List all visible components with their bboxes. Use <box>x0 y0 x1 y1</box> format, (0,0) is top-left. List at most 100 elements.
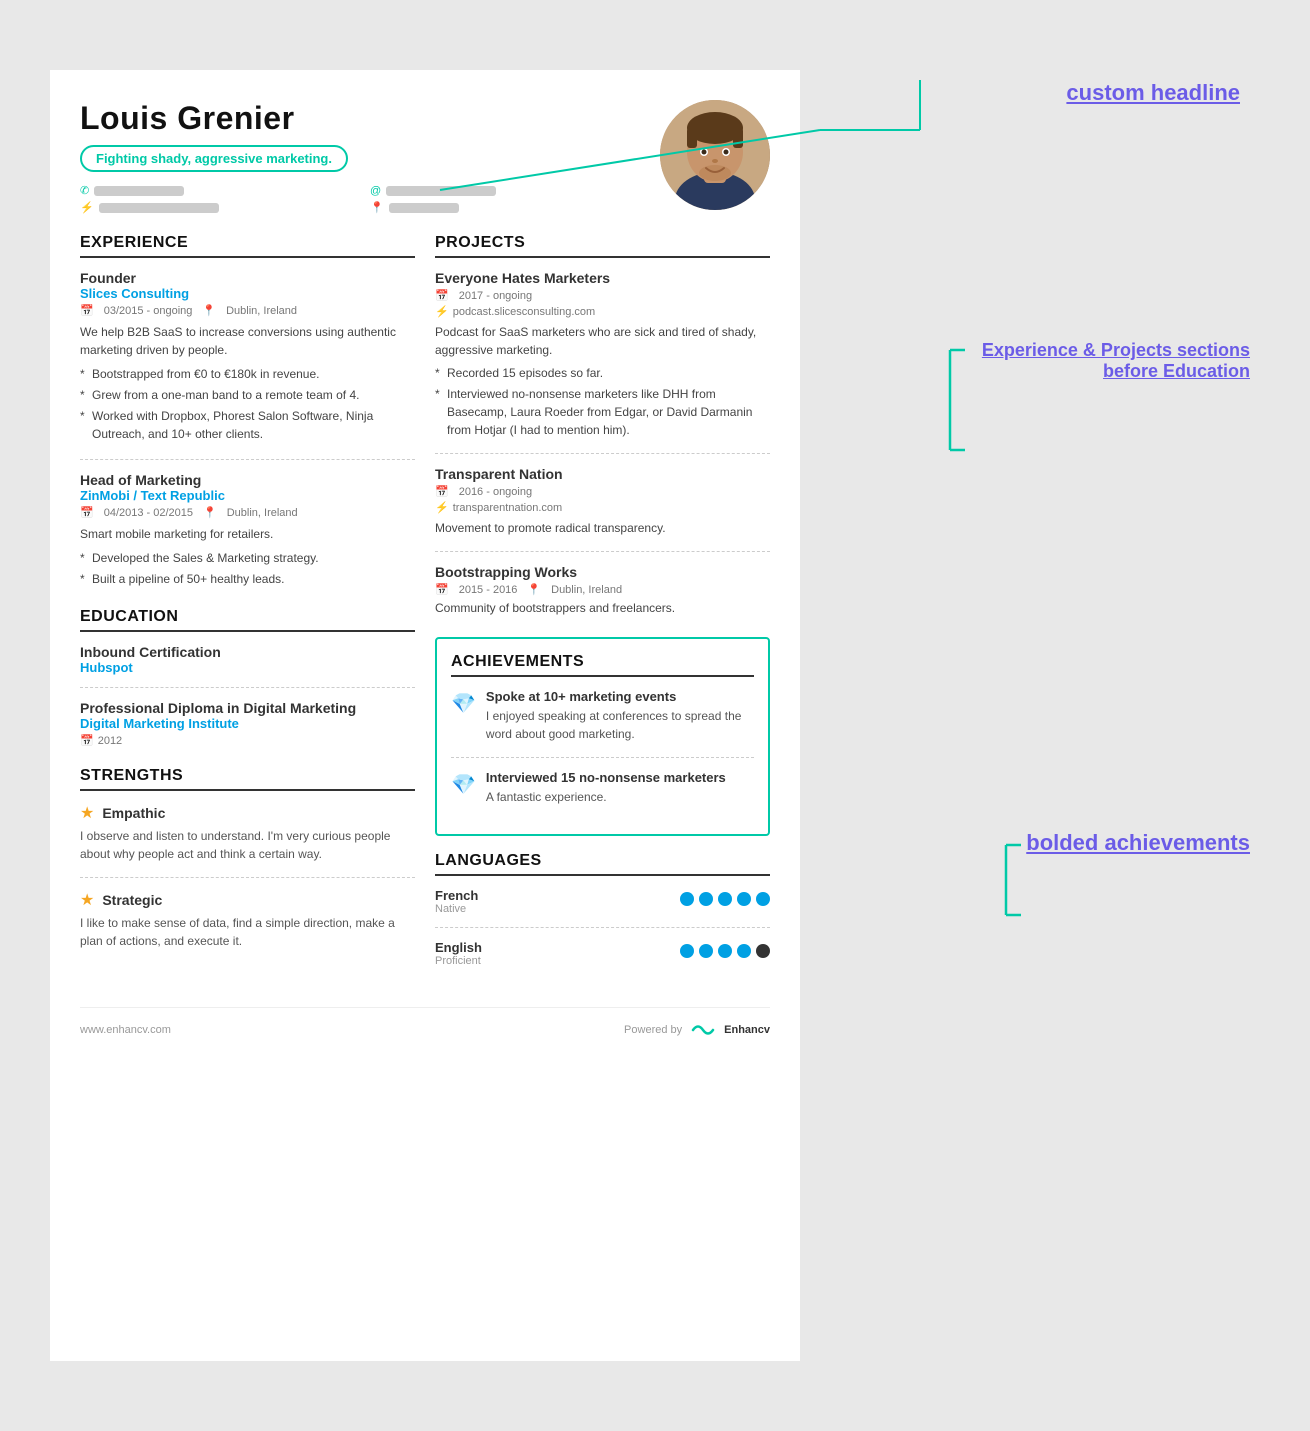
brand-name: Enhancv <box>724 1024 770 1036</box>
project-loc-bw: Dublin, Ireland <box>551 584 622 596</box>
email-icon: @ <box>370 185 381 197</box>
lang-dots-french <box>680 888 770 906</box>
contact-phone: ✆ <box>80 184 350 197</box>
resume-and-annotations: Louis Grenier Fighting shady, aggressive… <box>50 70 1260 1361</box>
lang-dots-english <box>680 940 770 958</box>
bolded-achievements-link[interactable]: bolded achievements <box>1026 830 1250 855</box>
lang-name-french: French <box>435 888 478 903</box>
strength-name-empathic: Empathic <box>102 805 165 821</box>
bullet-item: Worked with Dropbox, Phorest Salon Softw… <box>80 407 415 443</box>
achievement-spoke: 💎 Spoke at 10+ marketing events I enjoye… <box>451 689 754 743</box>
email-value <box>386 186 496 196</box>
lang-dot <box>737 892 751 906</box>
project-date-tn: 2016 - ongoing <box>459 486 532 498</box>
edu-title-inbound: Inbound Certification <box>80 644 415 660</box>
calendar-icon-p1: 📅 <box>435 289 449 302</box>
enhancv-logo-icon <box>688 1020 718 1040</box>
strengths-section: STRENGTHS ★ Empathic I observe and liste… <box>80 767 415 950</box>
lang-dot <box>699 892 713 906</box>
candidate-photo <box>660 100 770 210</box>
diamond-icon-2: 💎 <box>451 772 476 797</box>
bullet-item: Recorded 15 episodes so far. <box>435 364 770 382</box>
education-title: EDUCATION <box>80 608 415 632</box>
location-icon-marketing: 📍 <box>203 506 217 519</box>
section-divider <box>80 687 415 688</box>
section-divider <box>451 757 754 758</box>
project-meta-ehm: 📅 2017 - ongoing <box>435 289 770 302</box>
job-desc-marketing: Smart mobile marketing for retailers. <box>80 525 415 543</box>
calendar-icon-p3: 📅 <box>435 583 449 596</box>
project-date-ehm: 2017 - ongoing <box>459 290 532 302</box>
header-contacts: ✆ @ ⚡ 📍 <box>80 184 640 214</box>
achievement-content-interviewed: Interviewed 15 no-nonsense marketers A f… <box>486 770 726 806</box>
section-divider <box>435 453 770 454</box>
achievement-title-spoke: Spoke at 10+ marketing events <box>486 689 754 704</box>
lang-dot <box>737 944 751 958</box>
calendar-icon: 📅 <box>80 304 94 317</box>
edu-org-dmi: Digital Marketing Institute <box>80 716 415 731</box>
star-icon-2: ★ <box>80 890 94 910</box>
bullet-item: Built a pipeline of 50+ healthy leads. <box>80 570 415 588</box>
project-title-tn: Transparent Nation <box>435 466 770 482</box>
project-url-tn: ⚡ transparentnation.com <box>435 501 770 514</box>
project-date-bw: 2015 - 2016 <box>459 584 518 596</box>
job-dates-founder: 03/2015 - ongoing <box>104 305 193 317</box>
project-everyone-hates: Everyone Hates Marketers 📅 2017 - ongoin… <box>435 270 770 439</box>
experience-section: EXPERIENCE Founder Slices Consulting 📅 0… <box>80 234 415 588</box>
project-desc-ehm: Podcast for SaaS marketers who are sick … <box>435 323 770 359</box>
bullet-item: Bootstrapped from €0 to €180k in revenue… <box>80 365 415 383</box>
bullet-item: Interviewed no-nonsense marketers like D… <box>435 385 770 439</box>
candidate-tagline: Fighting shady, aggressive marketing. <box>80 145 348 172</box>
job-entry-founder: Founder Slices Consulting 📅 03/2015 - on… <box>80 270 415 443</box>
language-french: French Native <box>435 888 770 915</box>
bracket-ach <box>986 840 1026 920</box>
project-title-ehm: Everyone Hates Marketers <box>435 270 770 286</box>
resume-columns: EXPERIENCE Founder Slices Consulting 📅 0… <box>80 234 770 987</box>
website-value <box>99 203 219 213</box>
section-divider <box>435 927 770 928</box>
edu-entry-digital: Professional Diploma in Digital Marketin… <box>80 700 415 747</box>
job-desc-founder: We help B2B SaaS to increase conversions… <box>80 323 415 359</box>
job-title-founder: Founder <box>80 270 415 286</box>
contact-location: 📍 <box>370 201 640 214</box>
candidate-name: Louis Grenier <box>80 100 640 137</box>
job-title-marketing: Head of Marketing <box>80 472 415 488</box>
achievement-header-spoke: 💎 Spoke at 10+ marketing events I enjoye… <box>451 689 754 743</box>
star-icon: ★ <box>80 803 94 823</box>
lang-dot <box>680 944 694 958</box>
job-entry-marketing: Head of Marketing ZinMobi / Text Republi… <box>80 472 415 588</box>
strength-desc-strategic: I like to make sense of data, find a sim… <box>80 914 415 950</box>
lang-info-french: French Native <box>435 888 478 915</box>
project-title-bw: Bootstrapping Works <box>435 564 770 580</box>
strength-desc-empathic: I observe and listen to understand. I'm … <box>80 827 415 863</box>
website-icon: ⚡ <box>80 201 94 214</box>
lang-info-english: English Proficient <box>435 940 482 967</box>
header-left: Louis Grenier Fighting shady, aggressive… <box>80 100 640 214</box>
projects-title: PROJECTS <box>435 234 770 258</box>
resume-header: Louis Grenier Fighting shady, aggressive… <box>80 100 770 214</box>
location-icon: 📍 <box>370 201 384 214</box>
strengths-title: STRENGTHS <box>80 767 415 791</box>
enhancv-logo: Powered by Enhancv <box>624 1020 770 1040</box>
custom-headline-link[interactable]: custom headline <box>1066 80 1240 105</box>
page-wrapper: Louis Grenier Fighting shady, aggressive… <box>20 30 1290 1401</box>
project-desc-bw: Community of bootstrappers and freelance… <box>435 599 770 617</box>
job-location-marketing: Dublin, Ireland <box>227 507 298 519</box>
education-section: EDUCATION Inbound Certification Hubspot … <box>80 608 415 747</box>
location-icon-founder: 📍 <box>202 304 216 317</box>
projects-section: PROJECTS Everyone Hates Marketers 📅 2017… <box>435 234 770 617</box>
lang-dot <box>718 892 732 906</box>
annotations-panel: custom headline Experience & Projects se… <box>800 70 1260 1361</box>
calendar-icon-edu: 📅 <box>80 734 94 747</box>
resume-footer: www.enhancv.com Powered by Enhancv <box>80 1007 770 1040</box>
experience-projects-link[interactable]: Experience & Projects sections before Ed… <box>982 340 1250 381</box>
job-location-founder: Dublin, Ireland <box>226 305 297 317</box>
annotation-arrows-top <box>800 70 1260 370</box>
project-bootstrapping: Bootstrapping Works 📅 2015 - 2016 📍 Dubl… <box>435 564 770 617</box>
lang-dot <box>756 892 770 906</box>
job-bullets-founder: Bootstrapped from €0 to €180k in revenue… <box>80 365 415 443</box>
experience-projects-annotation: Experience & Projects sections before Ed… <box>970 340 1250 382</box>
photo-svg <box>660 100 770 210</box>
strength-header-strategic: ★ Strategic <box>80 890 415 910</box>
bracket-exp <box>930 340 970 460</box>
